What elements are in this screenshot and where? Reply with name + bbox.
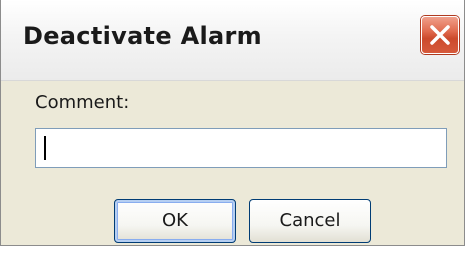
comment-label: Comment: bbox=[35, 92, 130, 113]
title-bar[interactable]: Deactivate Alarm bbox=[1, 0, 464, 81]
close-icon bbox=[430, 25, 450, 45]
close-button[interactable] bbox=[421, 16, 459, 54]
comment-input[interactable] bbox=[35, 128, 447, 168]
deactivate-alarm-dialog: Deactivate Alarm Comment: OK Cancel bbox=[0, 0, 465, 246]
dialog-title: Deactivate Alarm bbox=[23, 22, 262, 50]
ok-button[interactable]: OK bbox=[114, 199, 236, 243]
cancel-button[interactable]: Cancel bbox=[249, 199, 371, 243]
text-caret bbox=[44, 136, 46, 160]
